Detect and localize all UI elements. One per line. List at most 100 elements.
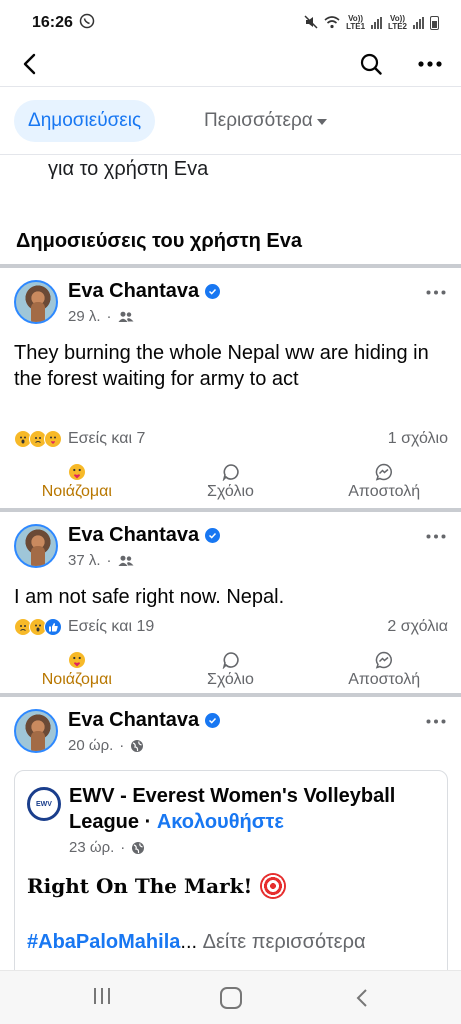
back-arrow-icon: [23, 53, 36, 75]
post-menu-button[interactable]: [418, 709, 454, 733]
verified-badge-icon: [205, 284, 221, 299]
back-chevron-icon: [356, 989, 367, 1007]
care-reaction-icon: [68, 464, 85, 480]
status-right: Vo)) LTE1 Vo)) LTE2: [304, 15, 439, 32]
author-name: Eva Chantava: [68, 524, 200, 546]
whatsapp-icon: [79, 13, 95, 33]
status-time: 16:26: [32, 14, 73, 31]
reaction-icons: [14, 618, 62, 636]
avatar[interactable]: [14, 524, 58, 568]
comment-label: Σχόλιο: [207, 483, 254, 500]
care-label: Νοιάζομαι: [41, 671, 112, 688]
post-menu-button[interactable]: [418, 280, 454, 304]
messenger-icon: [375, 463, 393, 481]
reactions-summary: Εσείς και 7: [68, 430, 146, 447]
bullseye-icon: [260, 873, 287, 899]
status-bar: 16:26 Vo)) LTE1 Vo)) LTE2: [0, 0, 461, 46]
see-more-link[interactable]: Δείτε περισσότερα: [203, 931, 366, 953]
ellipsis: ...: [180, 931, 198, 953]
avatar[interactable]: [14, 709, 58, 753]
post-author[interactable]: Eva Chantava: [68, 280, 221, 303]
care-reaction-icon: [44, 430, 62, 448]
reactions-summary: Εσείς και 19: [68, 618, 155, 635]
author-name: Eva Chantava: [68, 280, 200, 302]
system-back-button[interactable]: [350, 986, 374, 1010]
battery-icon: [430, 16, 439, 30]
dot-separator: ·: [106, 552, 112, 569]
app-bar: [0, 46, 461, 82]
verified-badge-icon: [205, 528, 221, 543]
app-bar-divider: [0, 86, 461, 87]
more-dots-icon: [426, 534, 446, 538]
more-options-button[interactable]: [414, 48, 446, 80]
send-button[interactable]: Αποστολή: [307, 458, 461, 506]
tab-more[interactable]: Περισσότερα: [190, 100, 341, 142]
send-label: Αποστολή: [348, 483, 421, 500]
comments-count[interactable]: 2 σχόλια: [387, 618, 448, 636]
comment-label: Σχόλιο: [207, 671, 254, 688]
search-button[interactable]: [355, 48, 387, 80]
shared-post-time[interactable]: 23 ώρ.: [69, 839, 114, 856]
comments-count[interactable]: 1 σχόλιο: [388, 430, 448, 448]
globe-icon: [132, 841, 145, 854]
dot-separator: ·: [106, 308, 112, 325]
tab-posts[interactable]: Δημοσιεύσεις: [14, 100, 156, 142]
home-button[interactable]: [220, 987, 242, 1009]
lte1-label: Vo)) LTE1: [346, 14, 366, 31]
friends-audience-icon: [118, 555, 134, 566]
more-dots-icon: [418, 61, 442, 67]
post-time[interactable]: 29 λ.: [68, 308, 101, 325]
tab-more-label: Περισσότερα: [204, 110, 313, 131]
post-text: I am not safe right now. Nepal.: [14, 586, 285, 608]
section-title: Δημοσιεύσεις του χρήστη Eva: [16, 230, 302, 252]
shared-post-meta: 23 ώρ. ·: [69, 839, 145, 856]
comment-button[interactable]: Σχόλιο: [154, 646, 308, 694]
reactions-bar[interactable]: Εσείς και 19 2 σχόλια: [14, 616, 448, 638]
post-text: They burning the whole Nepal ww are hidi…: [14, 342, 429, 390]
page-avatar[interactable]: EWV: [27, 787, 61, 821]
post-author[interactable]: Eva Chantava: [68, 524, 221, 547]
post-author[interactable]: Eva Chantava: [68, 709, 221, 732]
post-meta: 29 λ. ·: [68, 308, 134, 325]
send-button[interactable]: Αποστολή: [307, 646, 461, 694]
post-actions: Νοιάζομαι Σχόλιο Αποστολή: [0, 458, 461, 506]
send-label: Αποστολή: [348, 671, 421, 688]
avatar[interactable]: [14, 280, 58, 324]
status-left: 16:26: [32, 13, 95, 33]
mute-icon: [304, 14, 318, 32]
post-meta: 20 ώρ. ·: [68, 737, 144, 754]
like-reaction-icon: [44, 618, 62, 636]
back-button[interactable]: [14, 48, 46, 80]
author-name: Eva Chantava: [68, 709, 200, 731]
post-meta: 37 λ. ·: [68, 552, 134, 569]
reactions-bar[interactable]: Εσείς και 7 1 σχόλιο: [14, 428, 448, 450]
more-dots-icon: [426, 719, 446, 723]
globe-icon: [131, 739, 144, 752]
intro-text: για το χρήστη Eva: [48, 158, 209, 180]
post-actions: Νοιάζομαι Σχόλιο Αποστολή: [0, 646, 461, 694]
care-button[interactable]: Νοιάζομαι: [0, 646, 154, 694]
post-menu-button[interactable]: [418, 524, 454, 548]
post-card: Eva Chantava 29 λ. · They burning the wh…: [0, 268, 461, 508]
care-button[interactable]: Νοιάζομαι: [0, 458, 154, 506]
reaction-icons: [14, 430, 62, 448]
dot-separator: ·: [144, 811, 157, 833]
hashtag-link[interactable]: #AbaPaloMahila: [27, 931, 180, 953]
shared-title-text: Right On The Mark!: [27, 874, 253, 898]
filter-tabs: Δημοσιεύσεις Περισσότερα: [0, 100, 461, 144]
shared-post-card[interactable]: EWV EWV - Everest Women's Volleyball Lea…: [14, 770, 448, 980]
post-time[interactable]: 20 ώρ.: [68, 737, 113, 754]
dot-separator: ·: [119, 737, 125, 754]
care-reaction-icon: [68, 652, 85, 668]
caret-down-icon: [316, 119, 327, 125]
follow-button[interactable]: Ακολουθήστε: [157, 811, 284, 833]
recent-apps-button[interactable]: [88, 988, 116, 1008]
lte2-label: Vo)) LTE2: [388, 14, 407, 31]
comment-button[interactable]: Σχόλιο: [154, 458, 308, 506]
system-nav-bar: [0, 970, 461, 1024]
care-label: Νοιάζομαι: [41, 483, 112, 500]
post-time[interactable]: 37 λ.: [68, 552, 101, 569]
comment-icon: [222, 464, 239, 481]
comment-icon: [222, 652, 239, 669]
dot-separator: ·: [120, 839, 126, 856]
